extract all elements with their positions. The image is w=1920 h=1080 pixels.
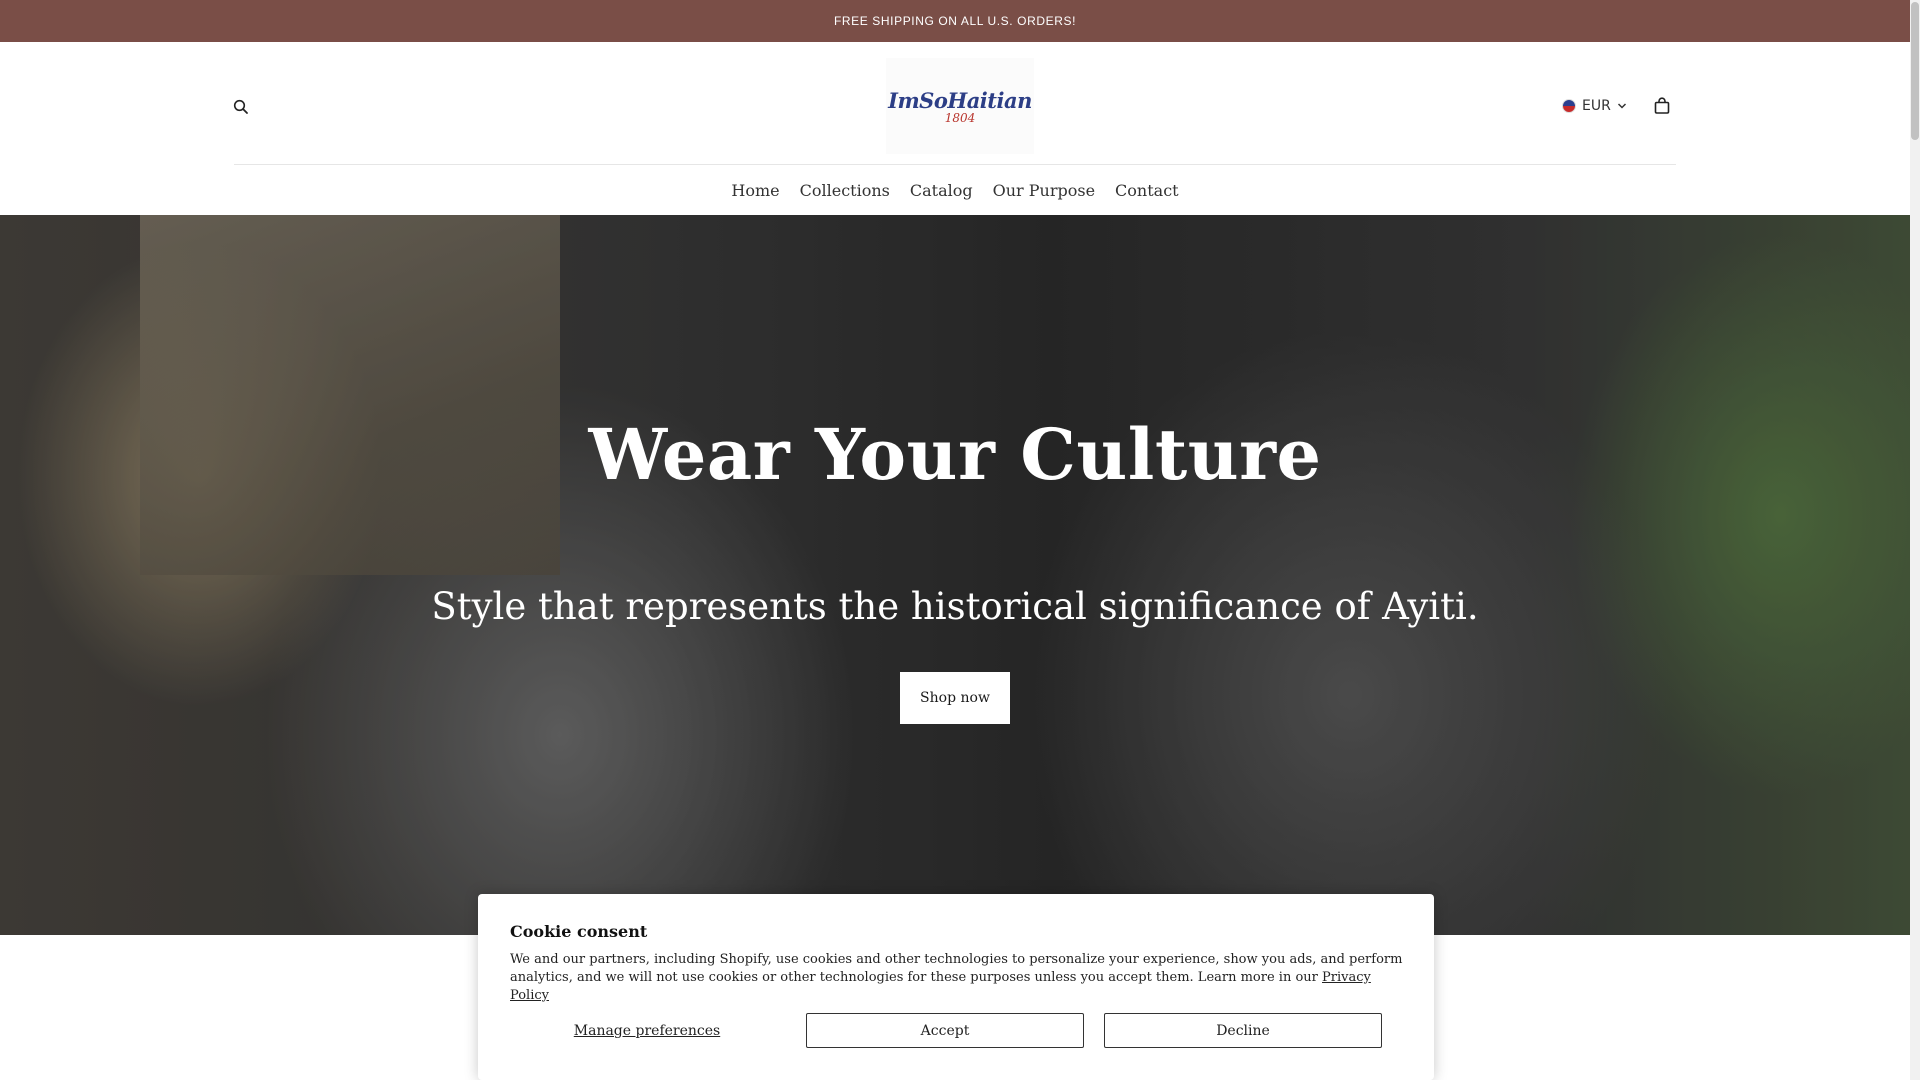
cart-button[interactable]	[1649, 93, 1675, 119]
logo-year: 1804	[944, 110, 976, 125]
search-icon	[233, 99, 248, 114]
hero-heading: Wear Your Culture	[588, 413, 1322, 496]
hero-banner: Wear Your Culture Style that represents …	[0, 215, 1910, 935]
nav-item-contact[interactable]: Contact	[1105, 181, 1189, 200]
hero-subheading: Style that represents the historical sig…	[431, 585, 1479, 628]
scrollbar-thumb[interactable]	[1911, 2, 1919, 140]
currency-selector[interactable]: EUR	[1562, 92, 1627, 120]
cookie-title: Cookie consent	[510, 922, 648, 941]
nav-item-our-purpose[interactable]: Our Purpose	[983, 181, 1105, 200]
logo-wordmark: ImSoHaitian	[888, 87, 1032, 113]
hero-overlay	[0, 215, 1910, 935]
nav-item-catalog[interactable]: Catalog	[900, 181, 983, 200]
cookie-consent-dialog: Cookie consent We and our partners, incl…	[478, 894, 1434, 1080]
cookie-body-text: We and our partners, including Shopify, …	[510, 952, 1403, 985]
nav-item-home[interactable]: Home	[721, 181, 789, 200]
cart-icon	[1654, 97, 1670, 114]
manage-preferences-button[interactable]: Manage preferences	[510, 1013, 784, 1048]
currency-code: EUR	[1582, 98, 1611, 114]
nav-item-collections[interactable]: Collections	[790, 181, 900, 200]
shop-now-button[interactable]: Shop now	[900, 672, 1010, 724]
chevron-down-icon	[1617, 103, 1626, 109]
announcement-bar: FREE SHIPPING ON ALL U.S. ORDERS!	[0, 0, 1910, 42]
haiti-flag-icon	[1562, 99, 1576, 113]
decline-button[interactable]: Decline	[1104, 1013, 1382, 1048]
announcement-text: FREE SHIPPING ON ALL U.S. ORDERS!	[833, 14, 1077, 28]
site-logo[interactable]: ImSoHaitian 1804	[886, 58, 1034, 154]
search-button[interactable]	[228, 94, 254, 120]
page-scrollbar[interactable]	[1910, 0, 1920, 1080]
accept-button[interactable]: Accept	[806, 1013, 1084, 1048]
main-nav: Home Collections Catalog Our Purpose Con…	[0, 165, 1910, 215]
cookie-description: We and our partners, including Shopify, …	[510, 951, 1410, 1005]
site-header: ImSoHaitian 1804 EUR	[0, 42, 1910, 165]
